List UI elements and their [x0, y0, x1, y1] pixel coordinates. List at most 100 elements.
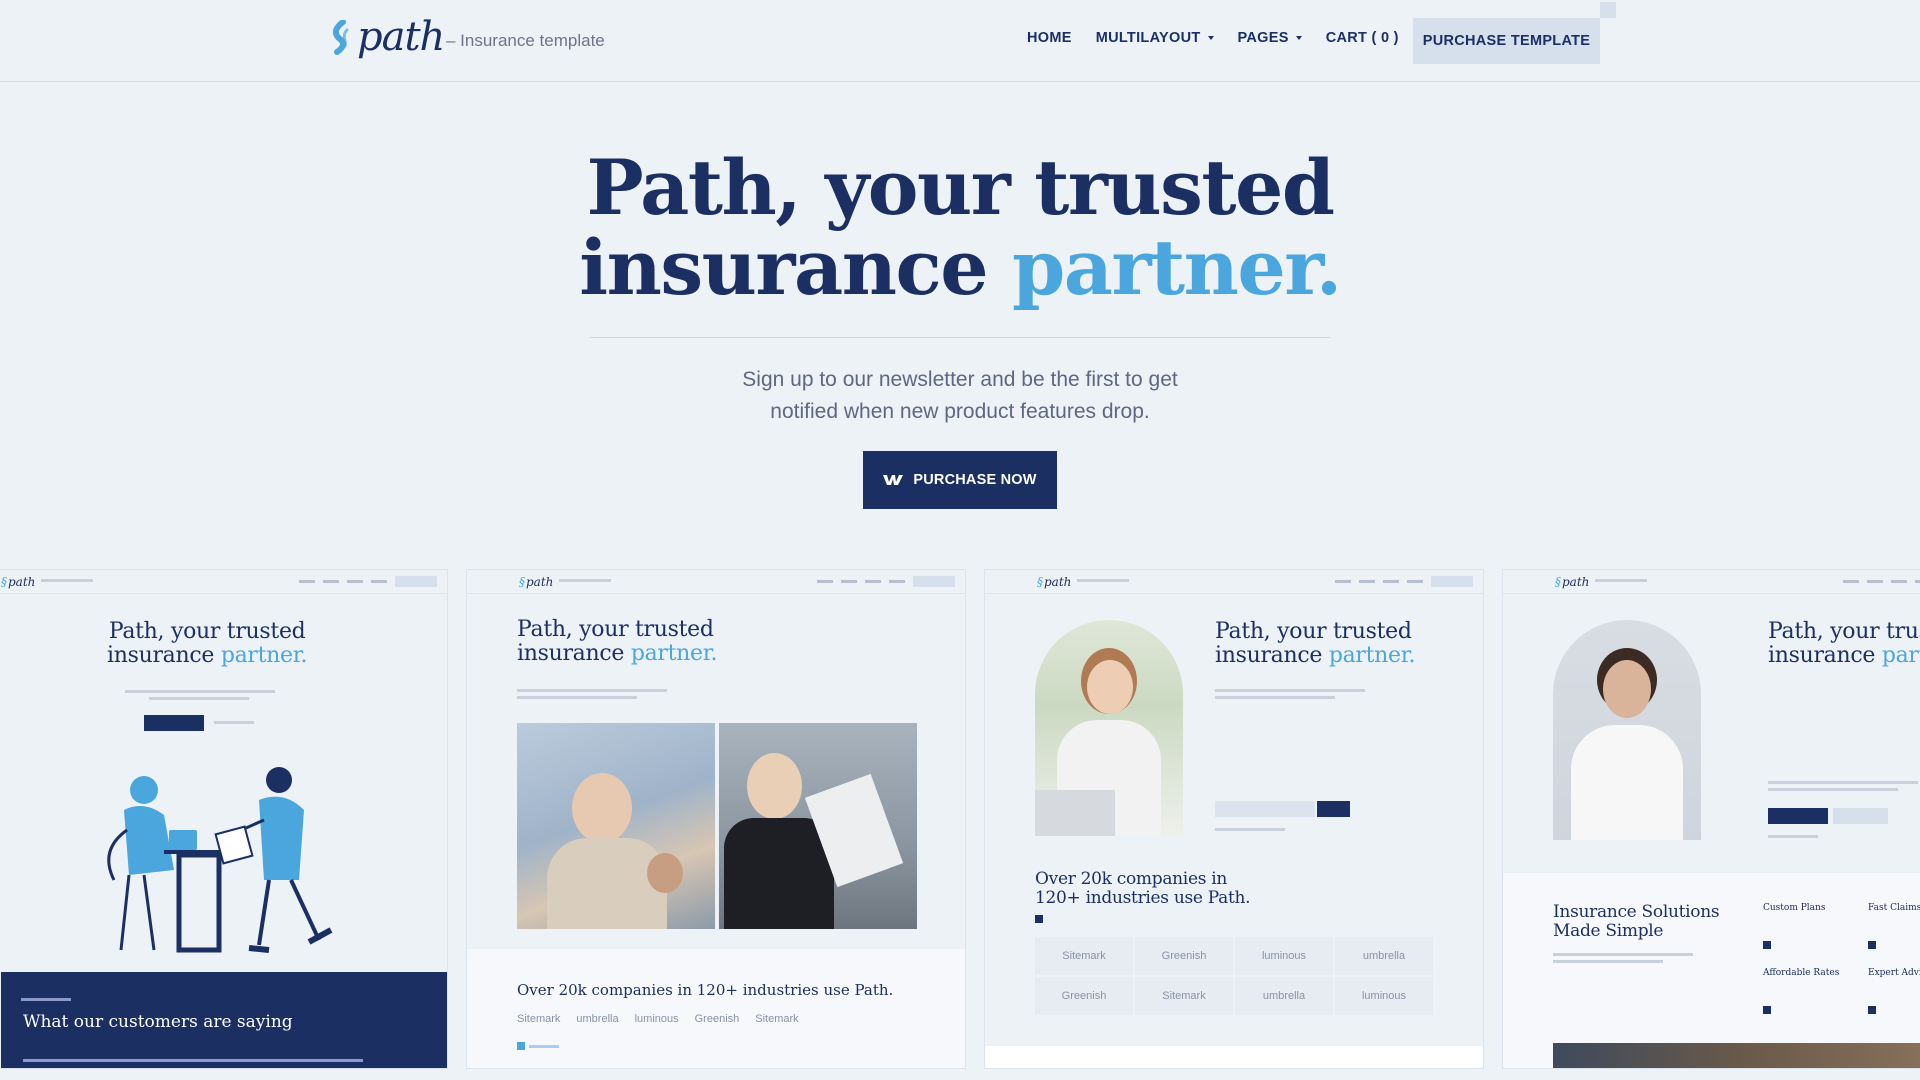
path-logo-icon[interactable]: [329, 20, 351, 62]
preview-footer-band: [985, 1046, 1483, 1068]
chevron-down-icon: [1207, 36, 1214, 40]
purchase-now-label: PURCHASE NOW: [913, 472, 1037, 488]
template-preview-card-2[interactable]: §path Path, your trusted insurance partn…: [466, 569, 966, 1069]
preview-title-accent: partner.: [1328, 643, 1416, 668]
client-logo: umbrella: [1235, 977, 1333, 1015]
nav-home[interactable]: HOME: [1027, 30, 1072, 46]
logos-heading-line1: Over 20k companies in: [1035, 869, 1228, 889]
webflow-icon: [883, 475, 904, 485]
team-photo-right: [719, 723, 917, 929]
purchase-template-button[interactable]: PURCHASE TEMPLATE: [1413, 18, 1600, 64]
preview-title-accent: partner.: [220, 643, 308, 668]
section-eyebrow: [21, 998, 71, 1001]
client-logo: luminous: [1335, 977, 1433, 1015]
logos-heading: Over 20k companies in 120+ industries us…: [1035, 869, 1251, 908]
agent-photo: [1035, 620, 1183, 836]
template-preview-card-3[interactable]: §path Path, your trusted insurance partn…: [984, 569, 1484, 1069]
feature-title: Custom Plans: [1763, 903, 1826, 913]
preview-title: Path, your trust insurance part: [1768, 620, 1920, 668]
client-logo: Greenish: [1035, 977, 1133, 1015]
nav-home-label: HOME: [1027, 30, 1072, 46]
preview-nav-links: [299, 580, 387, 583]
logos-heading: Over 20k companies in 120+ industries us…: [517, 981, 894, 999]
preview-title-line1: Path, your trust: [1768, 619, 1920, 644]
nav-pages-label: PAGES: [1237, 30, 1289, 46]
client-logos-grid: Sitemark Greenish luminous umbrella Gree…: [1035, 937, 1433, 1015]
client-logo: Greenish: [694, 1013, 740, 1025]
preview-title-line2: insurance: [107, 643, 221, 668]
preview-text-line: [214, 721, 254, 724]
template-preview-card-4[interactable]: §path Path, your trust insurance part In…: [1502, 569, 1920, 1069]
preview-nav-links: [817, 580, 905, 583]
preview-title-line1: Path, your trusted: [517, 617, 714, 642]
preview-link-line: [529, 1045, 559, 1048]
agent-photo: [1553, 620, 1701, 840]
hero-divider: [590, 337, 1330, 338]
client-logo: Sitemark: [1035, 937, 1133, 975]
purchase-now-button[interactable]: PURCHASE NOW: [863, 451, 1057, 509]
hero-subtitle-line2: notified when new product features drop.: [770, 400, 1150, 423]
preview-text-line: [1553, 953, 1693, 956]
preview-text-line: [1768, 788, 1898, 791]
preview-title-line2: insurance: [1768, 643, 1882, 668]
nav-cart[interactable]: CART ( 0 ): [1326, 30, 1399, 46]
team-photo-left: [517, 723, 715, 929]
logo-wordmark[interactable]: path: [357, 14, 445, 60]
solutions-heading: Insurance Solutions Made Simple: [1553, 903, 1720, 941]
client-logo: Greenish: [1135, 937, 1233, 975]
preview-button: [144, 715, 204, 731]
preview-navbar: §path: [1503, 570, 1920, 594]
client-logo: umbrella: [576, 1013, 619, 1025]
preview-title-line1: Path, your trusted: [108, 619, 306, 644]
feature-icon: [1763, 1006, 1771, 1014]
client-logo: luminous: [1235, 937, 1333, 975]
preview-title-accent: partner.: [630, 641, 718, 666]
preview-logo: §path: [519, 575, 554, 589]
preview-navbar: §path: [467, 570, 965, 594]
feature-icon: [1868, 941, 1876, 949]
client-logo: Sitemark: [1135, 977, 1233, 1015]
preview-text-line: [149, 697, 249, 700]
link-icon: [517, 1042, 525, 1050]
client-logo: umbrella: [1335, 937, 1433, 975]
preview-logo: §path: [1, 575, 36, 589]
preview-title-line2: insurance: [517, 641, 631, 666]
client-logo: Sitemark: [517, 1013, 561, 1025]
preview-text-line: [517, 689, 667, 692]
preview-nav-cta: [395, 576, 437, 587]
preview-title-accent: part: [1881, 643, 1920, 668]
corner-decoration: [1600, 2, 1616, 18]
preview-text-line: [1215, 828, 1285, 831]
solutions-section: Insurance Solutions Made Simple Custom P…: [1503, 873, 1920, 1068]
hero-title-accent: partner.: [1012, 223, 1342, 312]
preview-text-line: [1768, 781, 1918, 784]
template-preview-card-1[interactable]: §path Path, your trusted insurance partn…: [0, 569, 448, 1069]
nav-multilayout[interactable]: MULTILAYOUT: [1096, 30, 1214, 46]
hero-subtitle: Sign up to our newsletter and be the fir…: [660, 364, 1260, 428]
link-icon: [1035, 915, 1043, 923]
preview-nav-links: [1335, 580, 1423, 583]
feature-title: Fast Claims: [1868, 903, 1920, 913]
preview-email-input: [1215, 801, 1315, 817]
people-laptop-illustration: [107, 767, 333, 953]
client-logo: luminous: [634, 1013, 679, 1025]
testimonial-section: What our customers are saying: [1, 972, 447, 1068]
hero-title-line1: Path, your trusted: [586, 143, 1335, 232]
preview-button-secondary: [1833, 808, 1888, 824]
preview-title-line1: Path, your trusted: [1215, 619, 1412, 644]
nav-cart-label: CART ( 0 ): [1325, 30, 1399, 46]
preview-nav-cta: [1431, 576, 1473, 587]
preview-text-line: [1553, 960, 1663, 963]
preview-title: Path, your trusted insurance partner.: [517, 617, 718, 666]
hero-title: Path, your trusted insurance partner.: [560, 148, 1360, 308]
preview-text-line: [1768, 835, 1818, 838]
preview-logo: §path: [1037, 575, 1072, 589]
nav-pages[interactable]: PAGES: [1238, 30, 1302, 46]
preview-navbar: §path: [985, 570, 1483, 594]
logo-tagline: – Insurance template: [446, 31, 605, 50]
logos-section: Over 20k companies in 120+ industries us…: [467, 949, 965, 1068]
preview-button: [1768, 808, 1828, 824]
preview-text-line: [1215, 689, 1365, 692]
preview-text-line: [125, 690, 275, 693]
preview-tagline: [41, 579, 93, 582]
